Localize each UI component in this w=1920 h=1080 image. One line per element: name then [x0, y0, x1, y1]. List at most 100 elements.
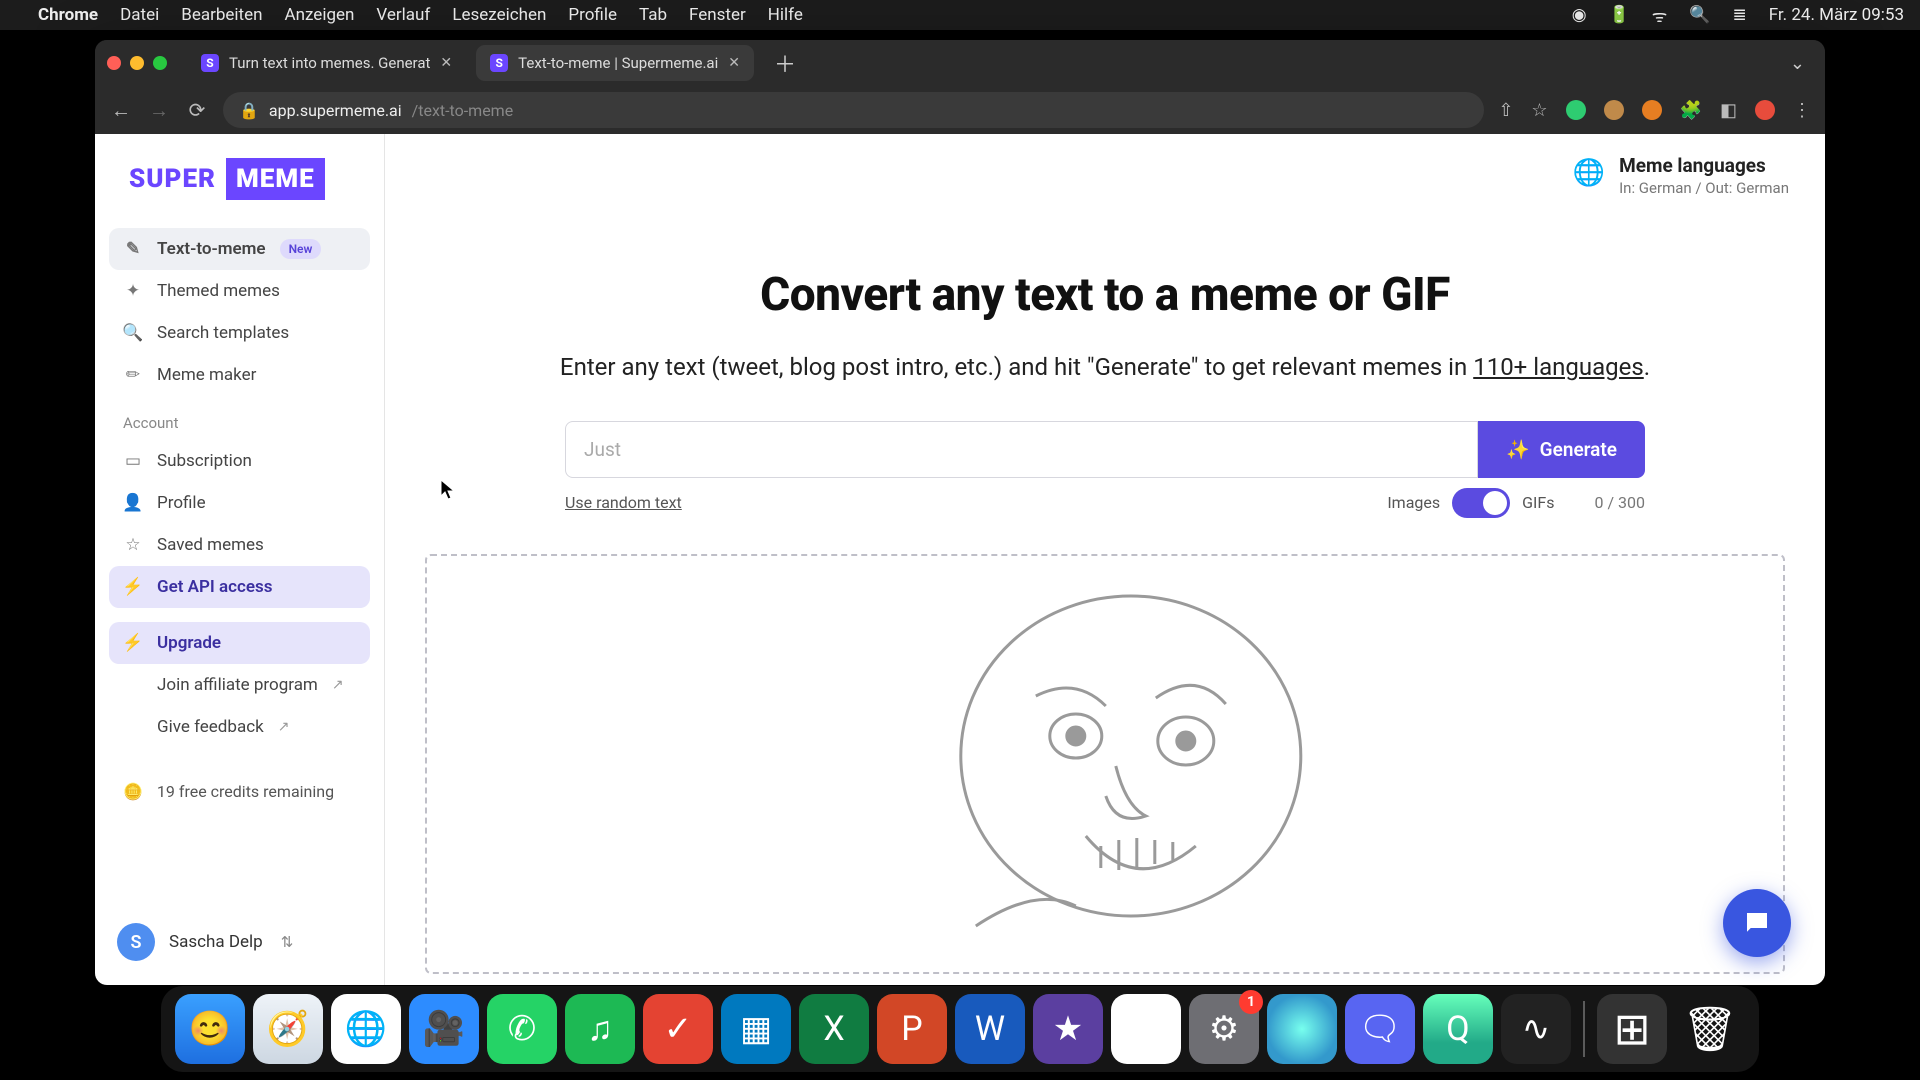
sidebar-item-text-to-meme[interactable]: ✎ Text-to-meme New	[109, 228, 370, 270]
dock-app-launchpad[interactable]: ⊞	[1597, 994, 1667, 1064]
sidebar-item-search-templates[interactable]: 🔍 Search templates	[109, 312, 370, 354]
meme-languages-widget[interactable]: 🌐 Meme languages In: German / Out: Germa…	[1573, 154, 1789, 197]
dock-app-drive[interactable]: ▲	[1111, 994, 1181, 1064]
reload-button[interactable]: ⟳	[185, 98, 209, 122]
lang-subtitle: In: German / Out: German	[1619, 179, 1789, 197]
favicon-icon: S	[490, 54, 508, 72]
output-type-toggle[interactable]	[1452, 488, 1510, 518]
menu-hilfe[interactable]: Hilfe	[768, 5, 803, 25]
dock-app-excel[interactable]: X	[799, 994, 869, 1064]
browser-tab-1[interactable]: S Turn text into memes. Generat ✕	[187, 45, 466, 81]
new-tab-button[interactable]: ＋	[764, 47, 806, 79]
toggle-label-gifs: GIFs	[1522, 493, 1554, 512]
sidebar-item-label: Join affiliate program	[157, 675, 318, 695]
tab-bar: S Turn text into memes. Generat ✕ S Text…	[95, 40, 1825, 86]
generate-button[interactable]: ✨ Generate	[1478, 421, 1645, 478]
minimize-window-icon[interactable]	[130, 56, 144, 70]
sidebar-item-get-api-access[interactable]: ⚡ Get API access	[109, 566, 370, 608]
extensions-puzzle-icon[interactable]: 🧩	[1680, 100, 1702, 121]
dock-app-trello[interactable]: ▦	[721, 994, 791, 1064]
dock-app-finder[interactable]: 😊	[175, 994, 245, 1064]
wifi-icon[interactable]: ᯤ	[1652, 4, 1668, 27]
user-menu[interactable]: S Sascha Delp ⇅	[109, 913, 370, 971]
menu-bearbeiten[interactable]: Bearbeiten	[181, 5, 262, 25]
app-viewport: SUPERMEME ✎ Text-to-meme New ✦ Themed me…	[95, 134, 1825, 985]
tab-title: Turn text into memes. Generat	[229, 54, 430, 72]
battery-icon[interactable]: 🔋	[1609, 5, 1630, 25]
sidebar-item-themed-memes[interactable]: ✦ Themed memes	[109, 270, 370, 312]
menu-verlauf[interactable]: Verlauf	[376, 5, 430, 25]
dock-app-imovie[interactable]: ★	[1033, 994, 1103, 1064]
search-icon: 🔍	[123, 323, 143, 343]
logo[interactable]: SUPERMEME	[119, 158, 360, 200]
sidebar-item-meme-maker[interactable]: ✏ Meme maker	[109, 354, 370, 396]
dock-app-siri[interactable]	[1267, 994, 1337, 1064]
chevron-updown-icon: ⇅	[281, 933, 294, 951]
dock-app-safari[interactable]: 🧭	[253, 994, 323, 1064]
control-center-icon[interactable]: ≣	[1732, 5, 1746, 25]
spotlight-icon[interactable]: 🔍	[1689, 5, 1710, 25]
sidebar-item-profile[interactable]: 👤 Profile	[109, 482, 370, 524]
bookmark-star-icon[interactable]: ☆	[1531, 100, 1547, 121]
extension-icon[interactable]	[1642, 100, 1662, 120]
close-window-icon[interactable]	[107, 56, 121, 70]
feedback-icon	[123, 717, 143, 737]
sidepanel-icon[interactable]: ◧	[1720, 100, 1737, 121]
dock-app-voice[interactable]: ∿	[1501, 994, 1571, 1064]
menu-lesezeichen[interactable]: Lesezeichen	[452, 5, 546, 25]
dock-app-discord[interactable]: 🗨	[1345, 994, 1415, 1064]
menu-profile[interactable]: Profile	[568, 5, 617, 25]
tab-title: Text-to-meme | Supermeme.ai	[518, 54, 718, 72]
prompt-input[interactable]	[565, 421, 1478, 478]
lock-icon: 🔒	[239, 101, 259, 120]
sidebar-item-affiliate[interactable]: Join affiliate program ↗	[109, 664, 370, 706]
user-name: Sascha Delp	[169, 932, 263, 952]
sidebar-item-upgrade[interactable]: ⚡ Upgrade	[109, 622, 370, 664]
close-tab-icon[interactable]: ✕	[728, 55, 740, 71]
languages-link[interactable]: 110+ languages	[1473, 353, 1644, 381]
dock-app-word[interactable]: W	[955, 994, 1025, 1064]
dock-app-chrome[interactable]: 🌐	[331, 994, 401, 1064]
window-controls[interactable]	[107, 56, 167, 70]
dock-app-trash[interactable]: 🗑	[1675, 994, 1745, 1064]
chrome-window: S Turn text into memes. Generat ✕ S Text…	[95, 40, 1825, 985]
extension-icon[interactable]	[1566, 100, 1586, 120]
sidebar-item-feedback[interactable]: Give feedback ↗	[109, 706, 370, 748]
extension-icon[interactable]	[1604, 100, 1624, 120]
sidebar-item-subscription[interactable]: ▭ Subscription	[109, 440, 370, 482]
screenrecord-icon[interactable]: ◉	[1572, 5, 1587, 25]
dock-app-spotify[interactable]: ♫	[565, 994, 635, 1064]
browser-tab-2[interactable]: S Text-to-meme | Supermeme.ai ✕	[476, 45, 754, 81]
dock-app-powerpoint[interactable]: P	[877, 994, 947, 1064]
close-tab-icon[interactable]: ✕	[440, 55, 452, 71]
dock-app-quicktime[interactable]: Q	[1423, 994, 1493, 1064]
menu-fenster[interactable]: Fenster	[689, 5, 746, 25]
sidebar-item-saved-memes[interactable]: ☆ Saved memes	[109, 524, 370, 566]
dock-app-todoist[interactable]: ✓	[643, 994, 713, 1064]
sidebar-item-label: Text-to-meme	[157, 239, 266, 259]
page-subtitle: Enter any text (tweet, blog post intro, …	[425, 350, 1785, 385]
url-host: app.supermeme.ai	[269, 101, 402, 120]
dock-app-settings[interactable]: ⚙1	[1189, 994, 1259, 1064]
chat-fab[interactable]	[1723, 889, 1791, 957]
tabs-overflow-icon[interactable]: ⌄	[1782, 53, 1813, 74]
dock-app-whatsapp[interactable]: ✆	[487, 994, 557, 1064]
dock-app-zoom[interactable]: 🎥	[409, 994, 479, 1064]
sparkle-icon: ✨	[1506, 438, 1530, 461]
menu-anzeigen[interactable]: Anzeigen	[285, 5, 355, 25]
prompt-row: ✨ Generate	[565, 421, 1645, 478]
url-field[interactable]: 🔒 app.supermeme.ai/text-to-meme	[223, 92, 1484, 128]
credits-text: 19 free credits remaining	[157, 782, 334, 801]
menu-tab[interactable]: Tab	[639, 5, 667, 25]
maximize-window-icon[interactable]	[153, 56, 167, 70]
kebab-menu-icon[interactable]: ⋮	[1793, 100, 1811, 121]
share-icon[interactable]: ⇧	[1498, 100, 1513, 121]
back-button[interactable]: ←	[109, 98, 133, 123]
menu-datei[interactable]: Datei	[120, 5, 159, 25]
menubar-app-name[interactable]: Chrome	[38, 5, 98, 25]
sidebar-item-label: Upgrade	[157, 633, 221, 653]
profile-avatar-icon[interactable]	[1755, 100, 1775, 120]
logo-text-a: SUPER	[119, 158, 226, 200]
menubar-clock[interactable]: Fr. 24. März 09:53	[1769, 5, 1904, 25]
use-random-text-link[interactable]: Use random text	[565, 493, 682, 512]
